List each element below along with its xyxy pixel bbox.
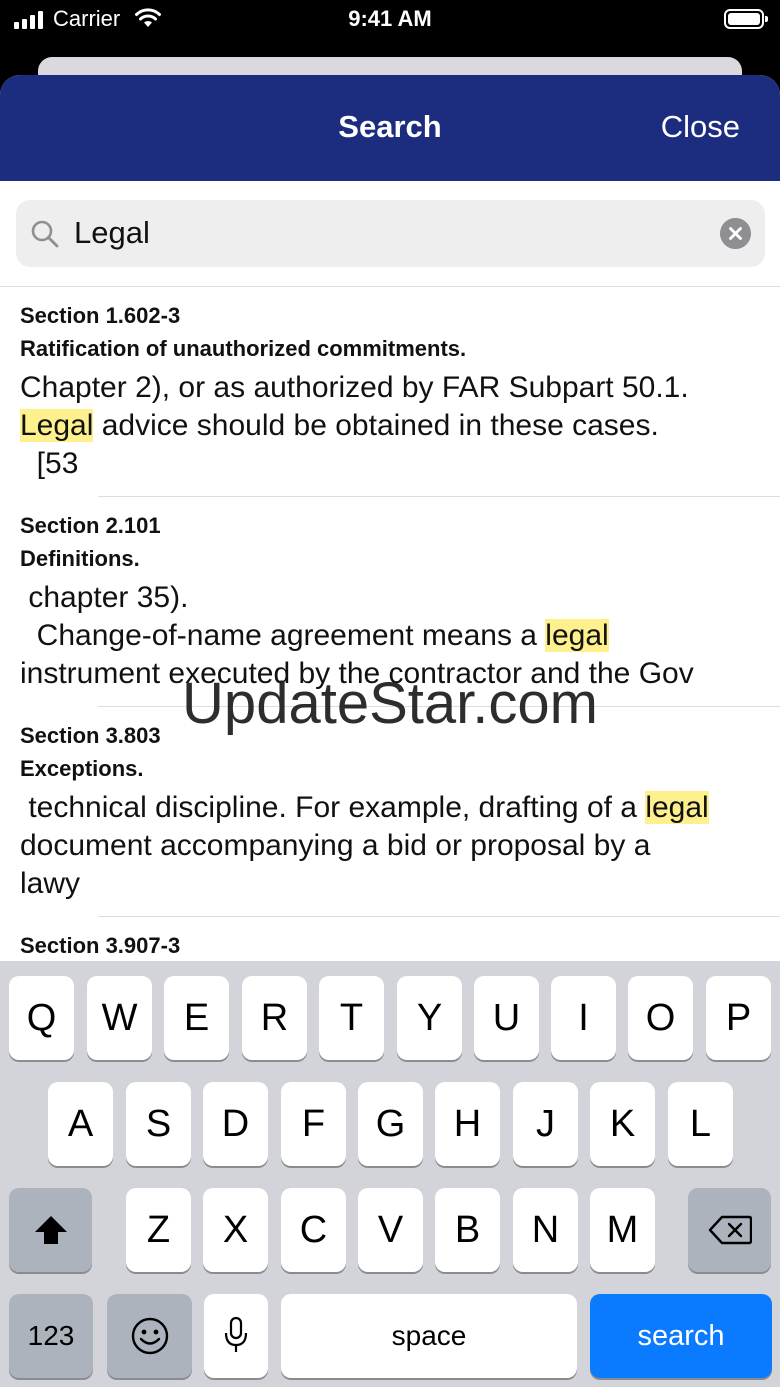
key[interactable]: X	[203, 1188, 268, 1272]
shift-icon	[34, 1216, 67, 1244]
backspace-key[interactable]	[688, 1188, 771, 1272]
space-key[interactable]: space	[281, 1294, 577, 1378]
emoji-icon	[131, 1317, 168, 1355]
key[interactable]: P	[706, 976, 771, 1060]
key[interactable]: R	[242, 976, 307, 1060]
search-bar[interactable]	[16, 200, 765, 267]
result-snippet: Chapter 2), or as authorized by FAR Subp…	[20, 369, 765, 483]
result-section: Section 2.101	[20, 513, 161, 538]
snippet-text: technical discipline. For example, draft…	[20, 791, 646, 824]
key[interactable]: V	[358, 1188, 423, 1272]
key[interactable]: H	[435, 1082, 500, 1166]
key[interactable]: Y	[397, 976, 462, 1060]
results-list: Section 1.602-3 Ratification of unauthor…	[0, 287, 780, 977]
result-section: Section 3.803	[20, 723, 161, 748]
battery-icon	[724, 9, 768, 29]
backspace-icon	[708, 1215, 752, 1245]
key[interactable]: Q	[9, 976, 74, 1060]
result-title: Ratification of unauthorized commitments…	[20, 336, 467, 361]
result-title: Exceptions.	[20, 756, 144, 781]
key[interactable]: W	[87, 976, 152, 1060]
key[interactable]: D	[203, 1082, 268, 1166]
result-snippet: chapter 35). Change-of-name agreement me…	[20, 579, 765, 693]
search-input[interactable]	[74, 208, 694, 258]
clock: 9:41 AM	[348, 6, 432, 31]
search-key[interactable]: search	[590, 1294, 772, 1378]
key[interactable]: G	[358, 1082, 423, 1166]
result-item[interactable]: Section 3.803 Exceptions. technical disc…	[0, 707, 780, 917]
microphone-key[interactable]	[204, 1294, 268, 1378]
key[interactable]: L	[668, 1082, 733, 1166]
result-section: Section 3.907-3	[20, 933, 181, 958]
result-title: Definitions.	[20, 546, 140, 571]
status-bar: Carrier 9:41 AM	[0, 0, 780, 60]
keyboard: Q W E R T Y U I O P A S D F G H J K L Z …	[0, 961, 780, 1387]
result-item[interactable]: Section 2.101 Definitions. chapter 35). …	[0, 497, 780, 707]
key[interactable]: K	[590, 1082, 655, 1166]
snippet-highlight: legal	[645, 791, 709, 824]
result-section: Section 1.602-3	[20, 303, 181, 328]
key[interactable]: N	[513, 1188, 578, 1272]
microphone-icon	[224, 1316, 248, 1352]
key[interactable]: B	[435, 1188, 500, 1272]
snippet-highlight: Legal	[20, 409, 94, 442]
numbers-key[interactable]: 123	[9, 1294, 93, 1378]
key[interactable]: I	[551, 976, 616, 1060]
key[interactable]: S	[126, 1082, 191, 1166]
key[interactable]: J	[513, 1082, 578, 1166]
snippet-text: Chapter 2), or as authorized by FAR Subp…	[20, 371, 689, 404]
close-button[interactable]: Close	[661, 109, 740, 145]
key[interactable]: M	[590, 1188, 655, 1272]
key[interactable]: C	[281, 1188, 346, 1272]
snippet-text: chapter 35). Change-of-name agreement me…	[28, 581, 537, 652]
key[interactable]: E	[164, 976, 229, 1060]
shift-key[interactable]	[9, 1188, 92, 1272]
key[interactable]: Z	[126, 1188, 191, 1272]
search-icon	[31, 220, 59, 248]
key[interactable]: F	[281, 1082, 346, 1166]
snippet-text: instrument executed by the contractor an…	[20, 657, 694, 690]
snippet-text: document accompanying a bid or proposal …	[20, 829, 651, 900]
key[interactable]: O	[628, 976, 693, 1060]
emoji-key[interactable]	[107, 1294, 192, 1378]
key[interactable]: A	[48, 1082, 113, 1166]
result-snippet: technical discipline. For example, draft…	[20, 789, 765, 903]
key[interactable]: T	[319, 976, 384, 1060]
clear-icon[interactable]	[720, 218, 751, 249]
nav-bar: Search Close	[0, 75, 780, 181]
key[interactable]: U	[474, 976, 539, 1060]
snippet-highlight: legal	[545, 619, 609, 652]
snippet-text: advice should be obtained in these cases…	[36, 409, 659, 480]
result-item[interactable]: Section 1.602-3 Ratification of unauthor…	[0, 287, 780, 497]
